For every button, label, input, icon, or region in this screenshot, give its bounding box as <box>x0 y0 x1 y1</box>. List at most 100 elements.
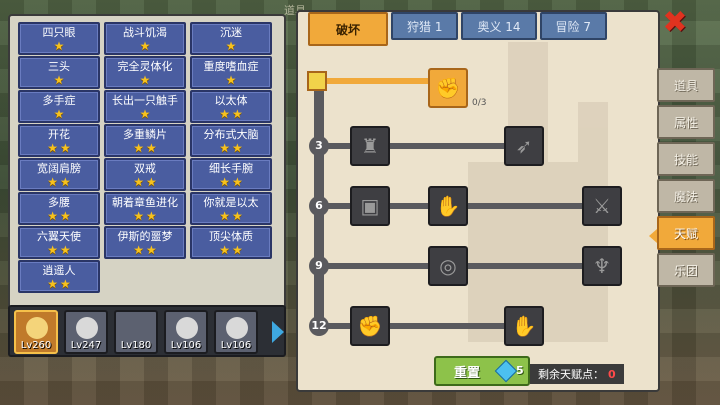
trait-card[interactable]: 战斗饥渴 ★ <box>104 22 186 55</box>
trait-name: 分布式大脑 <box>203 127 259 141</box>
star-icon: ★ <box>146 140 157 155</box>
row-level-label: 6 <box>315 199 323 212</box>
star-icon: ★ <box>146 174 157 189</box>
trait-card[interactable]: 完全灵体化 ★ <box>104 56 186 89</box>
side-menu-item[interactable]: 属性 <box>657 105 715 139</box>
trait-card[interactable]: 分布式大脑 ★ ★ <box>190 124 272 157</box>
hero-level: Lv247 <box>70 340 102 351</box>
hero-level: Lv180 <box>120 340 152 351</box>
trait-stars: ★ <box>140 40 151 52</box>
star-icon: ★ <box>133 140 144 155</box>
hero-level: Lv106 <box>220 340 252 351</box>
trait-card[interactable]: 三头 ★ <box>18 56 100 89</box>
star-icon: ★ <box>53 38 65 53</box>
star-icon: ★ <box>60 276 71 291</box>
hero-level: Lv106 <box>170 340 202 351</box>
muscle-talent-node[interactable]: ♜ <box>350 126 390 166</box>
trait-stars: ★ ★ <box>219 244 243 256</box>
vortex-talent-node[interactable]: ◎ <box>428 246 468 286</box>
trait-card[interactable]: 以太体 ★ ★ <box>190 90 272 123</box>
reset-button[interactable]: 重置 5 <box>434 356 530 386</box>
trait-stars: ★ <box>54 40 65 52</box>
trait-name: 多重鳞片 <box>123 127 167 141</box>
side-menu-item[interactable]: 魔法 <box>657 179 715 213</box>
side-menu-item[interactable]: 天赋 <box>649 216 715 250</box>
trait-card[interactable]: 沉迷 ★ <box>190 22 272 55</box>
hero-portrait <box>76 317 98 339</box>
trait-name: 多手症 <box>42 93 76 107</box>
cards-talent-node[interactable]: ▣ <box>350 186 390 226</box>
star-icon: ★ <box>47 208 58 223</box>
blade-talent-node[interactable]: ⚔ <box>582 186 622 226</box>
party-next-arrow-icon[interactable] <box>272 321 284 343</box>
trait-stars: ★ <box>140 74 151 86</box>
party-member-slot[interactable]: Lv106 <box>164 310 208 354</box>
trait-card[interactable]: 细长手腕 ★ ★ <box>190 158 272 191</box>
trait-card[interactable]: 双戒 ★ ★ <box>104 158 186 191</box>
star-icon: ★ <box>232 140 243 155</box>
star-icon: ★ <box>146 208 157 223</box>
trait-card[interactable]: 多腰 ★ ★ <box>18 192 100 225</box>
trait-card[interactable]: 六翼天使 ★ ★ <box>18 226 100 259</box>
trait-card[interactable]: 你就是以太 ★ ★ <box>190 192 272 225</box>
trait-name: 四只眼 <box>42 25 76 39</box>
party-member-slot[interactable]: Lv106 <box>214 310 258 354</box>
side-menu-item[interactable]: 乐团 <box>657 253 715 287</box>
trait-name: 顶尖体质 <box>209 229 253 243</box>
demon-icon: ♆ <box>593 254 611 278</box>
trait-card[interactable]: 重度嗜血症 ★ <box>190 56 272 89</box>
star-icon: ★ <box>47 174 58 189</box>
fist-talent-node[interactable]: ✊ <box>350 306 390 346</box>
trait-name: 朝着章鱼进化 <box>112 195 178 209</box>
trait-card[interactable]: 宽阔肩膀 ★ ★ <box>18 158 100 191</box>
trait-card[interactable]: 伊斯的噩梦 ★ ★ <box>104 226 186 259</box>
star-icon: ★ <box>60 242 71 257</box>
party-member-slot[interactable]: Lv180 <box>114 310 158 354</box>
tree-top-branch <box>314 78 430 84</box>
trait-stars: ★ ★ <box>47 278 71 290</box>
row-level-label: 9 <box>315 259 323 272</box>
trait-name: 双戒 <box>134 161 156 175</box>
trait-card[interactable]: 多重鳞片 ★ ★ <box>104 124 186 157</box>
star-icon: ★ <box>219 106 230 121</box>
trait-card[interactable]: 朝着章鱼进化 ★ ★ <box>104 192 186 225</box>
trait-name: 战斗饥渴 <box>123 25 167 39</box>
trait-name: 多腰 <box>48 195 70 209</box>
talent-tree-panel: 破坏 狩猎 1 奥义 14 冒险 7 ✊ 0/3 3 6 9 12 ♜ ➶ ▣ ✋ ⚔… <box>296 10 660 392</box>
party-member-slot[interactable]: Lv247 <box>64 310 108 354</box>
trait-card[interactable]: 四只眼 ★ <box>18 22 100 55</box>
close-icon[interactable]: ✖ <box>662 8 688 38</box>
arrow-strike-talent-node[interactable]: ➶ <box>504 126 544 166</box>
side-menu-item[interactable]: 道具 <box>657 68 715 102</box>
trait-card[interactable]: 长出一只触手 ★ <box>104 90 186 123</box>
demon-talent-node[interactable]: ♆ <box>582 246 622 286</box>
active-pointer-icon <box>649 229 657 243</box>
trait-card[interactable]: 开花 ★ ★ <box>18 124 100 157</box>
star-icon: ★ <box>225 38 237 53</box>
side-menu-item[interactable]: 技能 <box>657 142 715 176</box>
traits-panel: 四只眼 ★ 战斗饥渴 ★ 沉迷 ★ 三头 ★ 完全灵体化 ★ 重度嗜血症 ★ 多手症 ★ 长出一只触手 ★ 以太… <box>8 14 286 314</box>
star-icon: ★ <box>60 140 71 155</box>
fist-block-talent-node[interactable]: ✋ <box>428 186 468 226</box>
gauntlet-talent-node[interactable]: ✋ <box>504 306 544 346</box>
side-menu-label: 技能 <box>673 152 698 167</box>
trait-name: 逍遥人 <box>42 263 76 277</box>
trait-stars: ★ ★ <box>219 108 243 120</box>
star-icon: ★ <box>219 140 230 155</box>
trait-card[interactable]: 多手症 ★ <box>18 90 100 123</box>
trait-name: 完全灵体化 <box>117 59 173 73</box>
remaining-label: 剩余天赋点： <box>538 368 604 381</box>
trait-name: 六翼天使 <box>37 229 81 243</box>
star-icon: ★ <box>219 174 230 189</box>
vortex-icon: ◎ <box>439 254 457 278</box>
trait-stars: ★ ★ <box>219 176 243 188</box>
star-icon: ★ <box>219 208 230 223</box>
trait-stars: ★ <box>140 108 151 120</box>
trait-card[interactable]: 顶尖体质 ★ ★ <box>190 226 272 259</box>
trait-stars: ★ ★ <box>133 244 157 256</box>
handshake-talent-node[interactable]: ✊ <box>428 68 468 108</box>
row-level-label: 3 <box>315 139 323 152</box>
fist-icon: ✊ <box>357 314 383 338</box>
party-member-slot[interactable]: Lv260 <box>14 310 58 354</box>
trait-card[interactable]: 逍遥人 ★ ★ <box>18 260 100 293</box>
